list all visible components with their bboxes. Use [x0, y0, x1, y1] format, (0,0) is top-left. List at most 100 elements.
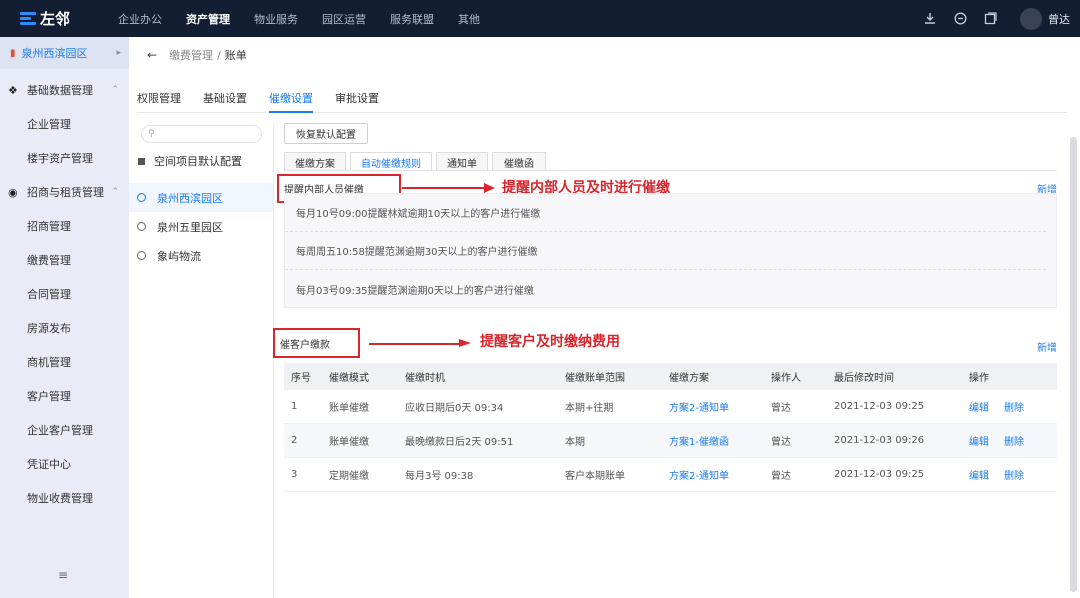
delete-button[interactable]: 删除 — [1004, 399, 1024, 414]
tree-node-xiangyu[interactable]: 象屿物流 — [137, 241, 273, 270]
tree-node-xibin[interactable]: 泉州西滨园区 — [129, 183, 273, 212]
subtab-plan[interactable]: 催缴方案 — [284, 152, 346, 171]
tab-permissions[interactable]: 权限管理 — [137, 89, 181, 112]
campus-selector[interactable]: ▮ 泉州西滨园区 ▸ — [0, 37, 129, 69]
subtab-notice[interactable]: 通知单 — [436, 152, 488, 171]
sidebar-item-voucher[interactable]: 凭证中心 — [0, 447, 129, 481]
edit-button[interactable]: 编辑 — [969, 467, 989, 482]
list-item[interactable]: 每周周五10:58提醒范渊逾期30天以上的客户进行催缴 — [285, 232, 1046, 270]
subtabs-divider — [284, 170, 1057, 171]
campus-label: 泉州西滨园区 — [21, 47, 88, 60]
download-icon[interactable] — [922, 11, 938, 27]
scrollbar[interactable] — [1070, 137, 1077, 592]
main-content: ← 缴费管理 / 账单 权限管理 基础设置 催缴设置 审批设置 ⚲ 空间项目默认… — [129, 37, 1080, 598]
customer-rules-table: 序号 催缴模式 催缴时机 催缴账单范围 催缴方案 操作人 最后修改时间 操作 1… — [284, 363, 1057, 492]
reset-default-button[interactable]: 恢复默认配置 — [284, 123, 368, 144]
cell-modified: 2021-12-03 09:26 — [834, 435, 925, 446]
top-bar: 左邻 企业办公 资产管理 物业服务 园区运营 服务联盟 其他 曾达 — [0, 0, 1080, 37]
sidebar-item-investment[interactable]: 招商管理 — [0, 209, 129, 243]
breadcrumb-current: 账单 — [224, 49, 247, 62]
window-icon[interactable] — [982, 11, 998, 27]
internal-reminder-list: 每月10号09:00提醒林斌逾期10天以上的客户进行催缴 每周周五10:58提醒… — [284, 193, 1057, 308]
cell-plan-link[interactable]: 方案1-催缴函 — [669, 433, 729, 448]
logo[interactable]: 左邻 — [20, 8, 100, 29]
table-row: 2 账单催缴 最晚缴款日后2天 09:51 本期 方案1-催缴函 曾达 2021… — [284, 424, 1057, 458]
edit-button[interactable]: 编辑 — [969, 433, 989, 448]
annotation-arrow — [369, 339, 471, 347]
logo-icon — [20, 11, 36, 26]
col-operator: 操作人 — [771, 373, 801, 384]
tree-default-label: 空间项目默认配置 — [154, 155, 242, 168]
sidebar-group-label: 基础数据管理 — [27, 84, 93, 97]
subtab-auto-rules[interactable]: 自动催缴规则 — [350, 152, 432, 171]
sidebar-item-building-assets[interactable]: 楼宇资产管理 — [0, 141, 129, 175]
node-icon — [137, 222, 146, 231]
sidebar-item-enterprise-customer[interactable]: 企业客户管理 — [0, 413, 129, 447]
sidebar-item-listing[interactable]: 房源发布 — [0, 311, 129, 345]
sidebar-item-enterprise[interactable]: 企业管理 — [0, 107, 129, 141]
tree-node-label: 泉州五里园区 — [157, 220, 223, 234]
col-no: 序号 — [291, 373, 311, 384]
table-row: 1 账单催缴 应收日期后0天 09:34 本期+往期 方案2-通知单 曾达 20… — [284, 390, 1057, 424]
building-icon: ▮ — [10, 47, 16, 59]
chevron-up-icon: ⌃ — [111, 187, 119, 197]
subtabs: 催缴方案 自动催缴规则 通知单 催缴函 — [284, 152, 550, 171]
tree-node-wuli[interactable]: 泉州五里园区 — [137, 212, 273, 241]
cell-timing: 最晚缴款日后2天 09:51 — [405, 437, 514, 448]
sidebar-item-payment[interactable]: 缴费管理 — [0, 243, 129, 277]
add-customer-rule-link[interactable]: 新增 — [1037, 339, 1057, 354]
table-row: 3 定期催缴 每月3号 09:38 客户本期账单 方案2-通知单 曾达 2021… — [284, 458, 1057, 492]
customer-section-title: 催客户缴款 — [273, 328, 360, 358]
sidebar-item-contract[interactable]: 合同管理 — [0, 277, 129, 311]
top-nav: 企业办公 资产管理 物业服务 园区运营 服务联盟 其他 — [118, 11, 504, 27]
nav-item-alliance[interactable]: 服务联盟 — [390, 11, 434, 27]
username[interactable]: 曾达 — [1048, 11, 1070, 27]
tab-collection-settings[interactable]: 催缴设置 — [269, 89, 313, 113]
breadcrumb: ← 缴费管理 / 账单 — [147, 47, 247, 63]
grid-icon: ❖ — [8, 83, 18, 97]
nav-item-other[interactable]: 其他 — [458, 11, 480, 27]
cell-scope: 本期 — [565, 437, 585, 448]
nav-item-office[interactable]: 企业办公 — [118, 11, 162, 27]
sidebar-item-opportunity[interactable]: 商机管理 — [0, 345, 129, 379]
sidebar-group-leasing[interactable]: ◉ 招商与租赁管理 ⌃ — [0, 175, 129, 209]
collapse-menu-icon[interactable]: ≡ — [58, 568, 68, 582]
minus-circle-icon[interactable] — [952, 11, 968, 27]
cell-plan-link[interactable]: 方案2-通知单 — [669, 399, 729, 414]
tree-default-config[interactable]: 空间项目默认配置 — [138, 153, 273, 169]
subtab-letter[interactable]: 催缴函 — [492, 152, 546, 171]
list-item[interactable]: 每月10号09:00提醒林斌逾期10天以上的客户进行催缴 — [285, 194, 1046, 232]
sidebar: ▮ 泉州西滨园区 ▸ ❖ 基础数据管理 ⌃ 企业管理 楼宇资产管理 ◉ 招商与租… — [0, 37, 129, 598]
circle-icon: ◉ — [8, 185, 18, 199]
nav-item-property[interactable]: 物业服务 — [254, 11, 298, 27]
cell-plan-link[interactable]: 方案2-通知单 — [669, 467, 729, 482]
avatar[interactable] — [1020, 7, 1042, 30]
delete-button[interactable]: 删除 — [1004, 467, 1024, 482]
list-item[interactable]: 每月03号09:35提醒范渊逾期0天以上的客户进行催缴 — [285, 270, 1046, 308]
sidebar-item-customer[interactable]: 客户管理 — [0, 379, 129, 413]
rules-panel: 恢复默认配置 催缴方案 自动催缴规则 通知单 催缴函 提醒内部人员催缴 提醒内部… — [273, 123, 1064, 598]
cell-modified: 2021-12-03 09:25 — [834, 401, 925, 412]
sidebar-item-property-fee[interactable]: 物业收费管理 — [0, 481, 129, 515]
nav-item-assets[interactable]: 资产管理 — [186, 11, 230, 27]
sidebar-group-basic-data[interactable]: ❖ 基础数据管理 ⌃ — [0, 73, 129, 107]
col-scope: 催缴账单范围 — [565, 373, 625, 384]
edit-button[interactable]: 编辑 — [969, 399, 989, 414]
chevron-up-icon: ⌃ — [111, 85, 119, 95]
col-plan: 催缴方案 — [669, 373, 709, 384]
tab-basic-settings[interactable]: 基础设置 — [203, 89, 247, 112]
search-icon: ⚲ — [148, 129, 155, 139]
cell-no: 3 — [291, 469, 298, 480]
tree-node-label: 泉州西滨园区 — [157, 191, 223, 205]
tab-approval-settings[interactable]: 审批设置 — [335, 89, 379, 112]
back-arrow-icon[interactable]: ← — [147, 48, 157, 62]
delete-button[interactable]: 删除 — [1004, 433, 1024, 448]
nav-item-operations[interactable]: 园区运营 — [322, 11, 366, 27]
cell-operator: 曾达 — [771, 403, 791, 414]
col-actions: 操作 — [969, 373, 989, 384]
tree-search-input[interactable]: ⚲ — [141, 125, 262, 143]
breadcrumb-parent[interactable]: 缴费管理 — [169, 47, 213, 63]
cell-no: 2 — [291, 435, 298, 446]
cell-modified: 2021-12-03 09:25 — [834, 469, 925, 480]
node-icon — [137, 193, 146, 202]
